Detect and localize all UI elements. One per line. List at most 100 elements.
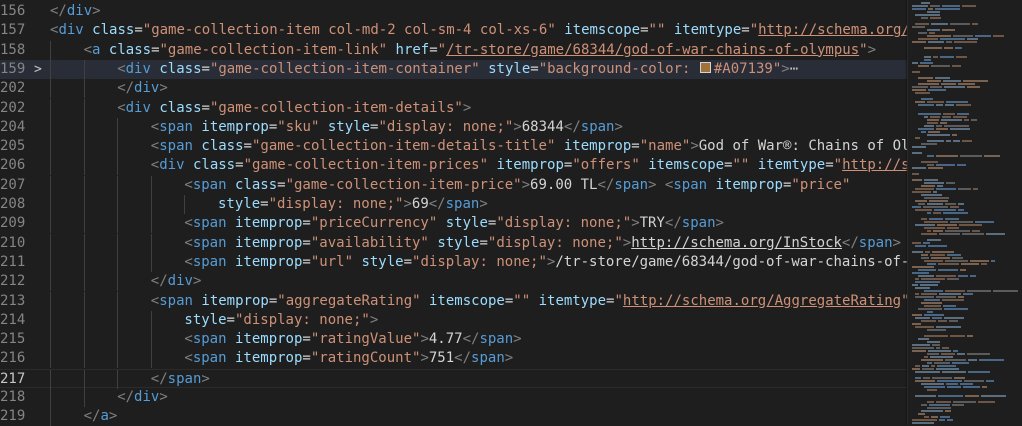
code-token: span (159, 292, 193, 309)
code-text[interactable]: <span itemprop="availability" style="dis… (184, 234, 907, 253)
code-line[interactable]: 215 <span itemprop="ratingValue">4.77</sp… (0, 330, 907, 350)
code-text[interactable]: <span class="game-collection-item-price"… (184, 176, 907, 195)
color-swatch-icon[interactable] (699, 61, 711, 73)
minimap-line (915, 224, 935, 226)
code-text[interactable]: </div> (151, 272, 907, 291)
minimap-line (946, 140, 951, 142)
code-text[interactable]: <span class="game-collection-item-detail… (151, 137, 907, 156)
minimap-line (918, 413, 925, 415)
code-token: > (614, 118, 623, 135)
code-line[interactable]: 213 <span itemprop="aggregateRating" item… (0, 291, 907, 311)
code-line[interactable]: 206 <div class="game-collection-item-pric… (0, 156, 907, 176)
minimap-line (950, 206, 959, 208)
code-line[interactable]: 207 <span class="game-collection-item-pri… (0, 175, 907, 195)
indent-guide (50, 214, 51, 234)
code-token: "availability" (310, 234, 429, 251)
minimap[interactable] (907, 0, 1022, 425)
minimap-line (929, 200, 948, 202)
indent-guide (150, 195, 152, 214)
code-token: < (150, 138, 160, 155)
folded-ellipsis-icon[interactable]: ⋯ (790, 61, 798, 77)
code-line[interactable]: 202 </div> (0, 79, 907, 99)
code-text[interactable]: <span itemprop="sku" style="display: non… (151, 118, 907, 137)
code-token: " (749, 22, 759, 39)
code-text[interactable]: </div> (50, 2, 907, 21)
code-line[interactable]: 205 <span class="game-collection-item-det… (0, 137, 907, 157)
code-link[interactable]: http://schema.org/InStock (631, 235, 842, 251)
line-number: 213 (0, 292, 26, 309)
code-line[interactable]: 156 </div> (0, 2, 907, 21)
indent-guide (50, 98, 51, 118)
code-line[interactable]: 158 <a class="game-collection-item-link" … (0, 40, 907, 60)
minimap-line (915, 371, 940, 373)
code-line[interactable]: 204 <span itemprop="sku" style="display: … (0, 117, 907, 137)
minimap-line (949, 320, 958, 322)
code-token: = (260, 196, 269, 212)
code-editor[interactable]: 156 </div> 157 <div class="game-collection-… (0, 0, 1022, 426)
minimap-line (912, 146, 926, 148)
code-text[interactable]: </div> (117, 79, 907, 98)
minimap-line (936, 125, 942, 127)
code-text[interactable]: <div class="game-collection-item-prices"… (151, 156, 907, 175)
code-line[interactable]: 218 </div> (0, 388, 907, 407)
code-text[interactable]: <span itemprop="url" style="display: non… (184, 253, 907, 272)
line-number: 211 (0, 253, 26, 270)
code-text[interactable]: <div class="game-collection-item-contain… (117, 60, 907, 79)
code-link[interactable]: http://schema.org/ (758, 22, 907, 38)
code-text[interactable]: style="display: none;"> (184, 311, 907, 330)
minimap-line (967, 290, 991, 292)
code-token: "name" (639, 138, 691, 155)
code-text[interactable]: <span itemprop="aggregateRating" itemsco… (151, 292, 907, 311)
code-line[interactable]: 157 <div class="game-collection-item col-… (0, 21, 907, 40)
code-text[interactable]: <span itemprop="ratingValue">4.77</span> (184, 330, 907, 349)
minimap-line (915, 137, 920, 139)
code-line[interactable]: 216 <span itemprop="ratingCount">751</spa… (0, 349, 907, 369)
code-line[interactable]: 208 style="display: none;">69</span> (0, 195, 907, 214)
code-token: itemprop (234, 215, 303, 232)
code-token: itemtype (673, 22, 742, 39)
code-text[interactable]: <div class="game-collection-item col-md-… (50, 21, 907, 40)
code-line[interactable]: 202 <div class="game-collection-item-deta… (0, 98, 907, 118)
minimap-line (912, 323, 921, 325)
code-line[interactable]: 209 <span itemprop="priceCurrency" style=… (0, 214, 907, 234)
minimap-line (953, 401, 976, 403)
code-text[interactable]: </a> (84, 407, 907, 426)
code-line[interactable]: 217 </span> (0, 368, 907, 389)
code-link[interactable]: /tr-store/game/68344/god-of-war-chains-o… (446, 42, 859, 58)
indent-guide (50, 117, 51, 137)
code-line[interactable]: 210 <span itemprop="availability" style="… (0, 233, 907, 253)
minimap-line (944, 47, 953, 49)
line-number: 206 (0, 157, 26, 174)
code-line[interactable]: 214 style="display: none;"> (0, 310, 907, 330)
code-text[interactable]: <div class="game-collection-item-details… (117, 99, 907, 118)
minimap-line (915, 326, 934, 328)
code-token: div (66, 3, 93, 19)
minimap-line (963, 293, 973, 295)
indent-guide (150, 252, 152, 272)
code-token: "display: none;" (412, 253, 547, 270)
minimap-line (915, 395, 936, 397)
minimap-line (930, 356, 953, 358)
code-text[interactable]: <span itemprop="priceCurrency" style="di… (184, 214, 907, 233)
code-text[interactable]: style="display: none;">69</span> (218, 195, 907, 214)
indent-guide (50, 388, 51, 407)
indent-guide (50, 310, 51, 330)
code-line[interactable]: 159 > <div class="game-collection-item-con… (0, 59, 907, 79)
code-link[interactable]: http://s (842, 157, 907, 173)
code-text[interactable]: <a class="game-collection-item-link" hre… (84, 41, 907, 60)
minimap-line (936, 368, 959, 370)
minimap-line (927, 362, 932, 364)
code-text[interactable]: </span> (151, 370, 907, 389)
fold-chevron-icon[interactable]: > (34, 60, 42, 79)
code-token: "ratingCount" (310, 350, 421, 367)
code-link[interactable]: http://schema.org/AggregateRating (623, 293, 901, 309)
code-line[interactable]: 219 </a> (0, 407, 907, 426)
minimap-line (912, 191, 931, 193)
code-line[interactable]: 211 <span itemprop="url" style="display: … (0, 252, 907, 272)
code-text[interactable]: <span itemprop="ratingCount">751</span> (184, 349, 907, 368)
code-token: > (159, 80, 168, 97)
code-line[interactable]: 212 </div> (0, 272, 907, 292)
code-text[interactable]: </div> (117, 388, 907, 407)
